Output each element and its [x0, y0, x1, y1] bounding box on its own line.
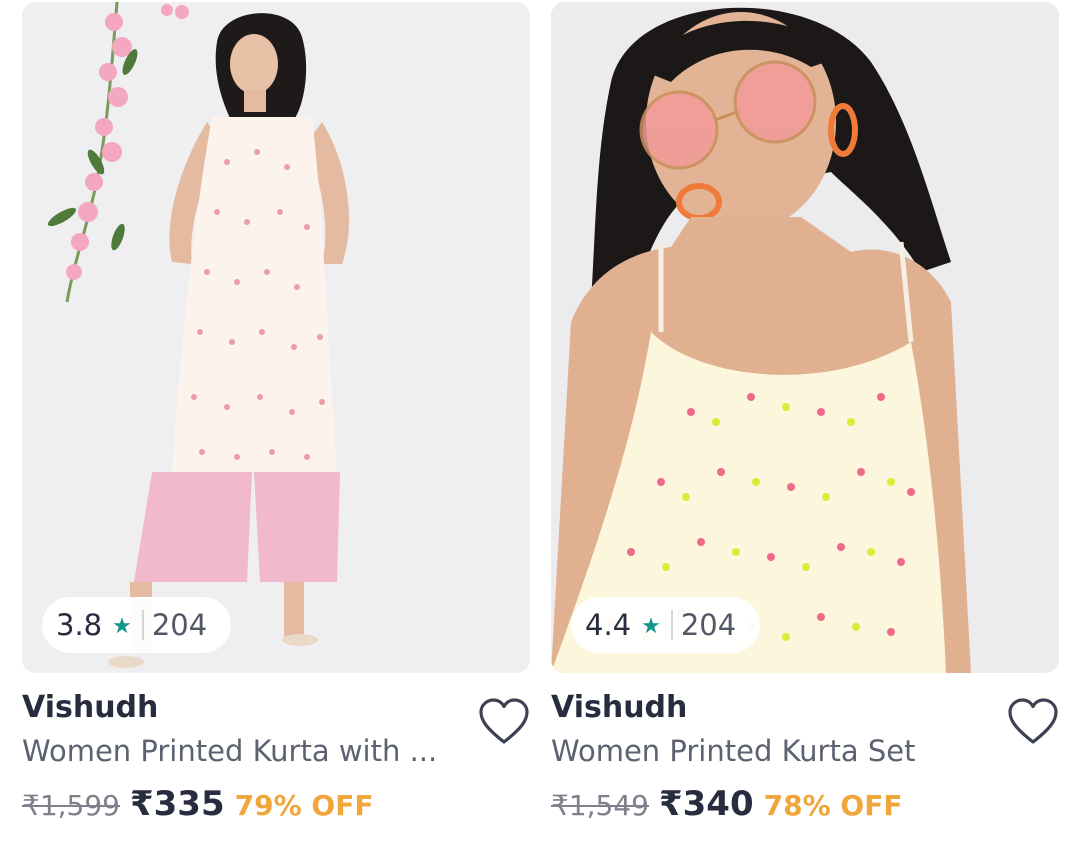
- star-icon: ★: [112, 613, 132, 639]
- product-photo: [22, 2, 530, 673]
- heart-outline-icon: [479, 698, 529, 744]
- wishlist-button[interactable]: [478, 698, 530, 746]
- product-card[interactable]: 3.8 ★ 204 Vishudh Women Printed Kurta wi…: [22, 0, 530, 861]
- wishlist-button[interactable]: [1007, 698, 1059, 746]
- discount-label: 78% OFF: [763, 789, 903, 822]
- mrp-price: ₹1,549: [551, 789, 649, 822]
- brand-name[interactable]: Vishudh: [22, 690, 158, 725]
- selling-price: ₹340: [658, 784, 754, 824]
- star-icon: ★: [641, 613, 661, 639]
- product-image[interactable]: 4.4 ★ 204: [551, 2, 1059, 673]
- rating-count: 204: [151, 608, 208, 642]
- price-row: ₹1,599 ₹335 79% OFF: [22, 784, 373, 824]
- product-grid: 3.8 ★ 204 Vishudh Women Printed Kurta wi…: [0, 0, 1079, 861]
- product-title[interactable]: Women Printed Kurta with ...: [22, 734, 452, 768]
- selling-price: ₹335: [129, 784, 225, 824]
- rating-value: 3.8: [56, 608, 103, 642]
- rating-count: 204: [680, 608, 737, 642]
- price-row: ₹1,549 ₹340 78% OFF: [551, 784, 902, 824]
- product-title[interactable]: Women Printed Kurta Set: [551, 734, 981, 768]
- discount-label: 79% OFF: [234, 789, 374, 822]
- rating-divider: [141, 610, 144, 640]
- rating-badge: 4.4 ★ 204: [571, 597, 761, 653]
- mrp-price: ₹1,599: [22, 789, 120, 822]
- product-card[interactable]: 4.4 ★ 204 Vishudh Women Printed Kurta Se…: [551, 0, 1059, 861]
- rating-divider: [670, 610, 673, 640]
- brand-name[interactable]: Vishudh: [551, 690, 687, 725]
- rating-badge: 3.8 ★ 204: [42, 597, 232, 653]
- heart-outline-icon: [1008, 698, 1058, 744]
- product-image[interactable]: 3.8 ★ 204: [22, 2, 530, 673]
- rating-value: 4.4: [585, 608, 632, 642]
- product-photo: [551, 2, 1059, 673]
